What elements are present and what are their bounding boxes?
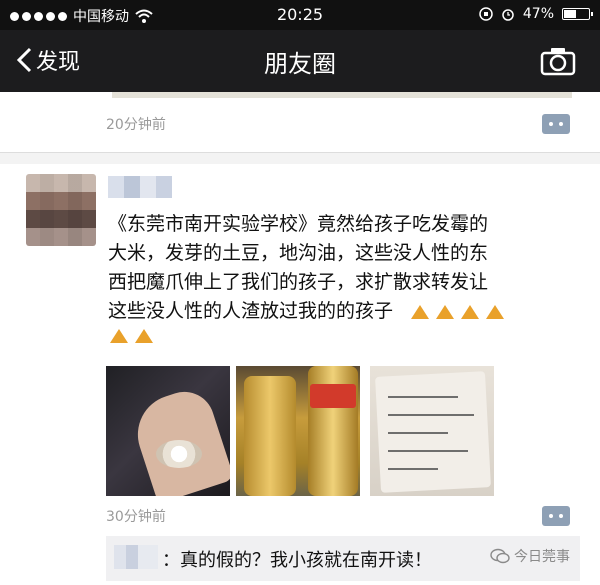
moments-feed[interactable]: 20分钟前 《东莞市南开实验学校》竟然给孩子吃发霉的 大米，发芽的土豆，地沟油，… [0,92,600,585]
battery-percent: 47% [522,6,554,22]
emoji-group [409,304,506,320]
praying-hands-emoji-icon [486,304,505,319]
post-time: 30分钟前 [106,509,166,525]
commenter-name[interactable] [114,545,158,569]
previous-post-photos [112,92,572,98]
comment-icon[interactable] [542,114,570,134]
comment-text: ：真的假的？我小孩就在南开读！ [162,550,432,571]
post-photos [106,366,506,496]
previous-post-time: 20分钟前 [106,117,166,133]
post-text-line: 大米，发芽的土豆，地沟油，这些没人性的东 [108,242,489,264]
photo-oil-bottles[interactable] [236,366,360,496]
post-text-line: 西把魔爪伸上了我们的孩子，求扩散求转发让 [108,271,489,293]
avatar[interactable] [26,174,96,246]
status-bar: 中国移动 20:25 47% [0,0,600,30]
nav-bar: 发现 朋友圈 [0,30,600,92]
praying-hands-emoji-icon [461,304,480,319]
photo-handwritten-note[interactable] [370,366,494,496]
orientation-lock-icon [479,7,493,21]
watermark-text: 今日莞事 [514,549,570,565]
post-text-line: 这些没人性的人渣放过我的的孩子 [108,300,394,322]
previous-post: 20分钟前 [0,92,600,153]
camera-icon[interactable] [540,46,576,76]
post-text: 《东莞市南开实验学校》竟然给孩子吃发霉的 大米，发芽的土豆，地沟油，这些没人性的… [108,210,578,344]
wechat-icon [490,548,510,564]
battery-icon [562,8,593,20]
emoji-group [108,328,578,344]
username[interactable] [108,176,172,198]
photo-moldy-rice[interactable] [106,366,230,496]
post-text-line: 《东莞市南开实验学校》竟然给孩子吃发霉的 [108,213,489,235]
alarm-icon [502,9,514,21]
page-title: 朋友圈 [264,50,336,78]
praying-hands-emoji-icon [135,329,153,343]
praying-hands-emoji-icon [411,304,430,319]
praying-hands-emoji-icon [110,329,128,343]
praying-hands-emoji-icon [436,304,455,319]
watermark: 今日莞事 [490,546,570,566]
post: 《东莞市南开实验学校》竟然给孩子吃发霉的 大米，发芽的土豆，地沟油，这些没人性的… [0,164,600,585]
comment-icon[interactable] [542,506,570,526]
